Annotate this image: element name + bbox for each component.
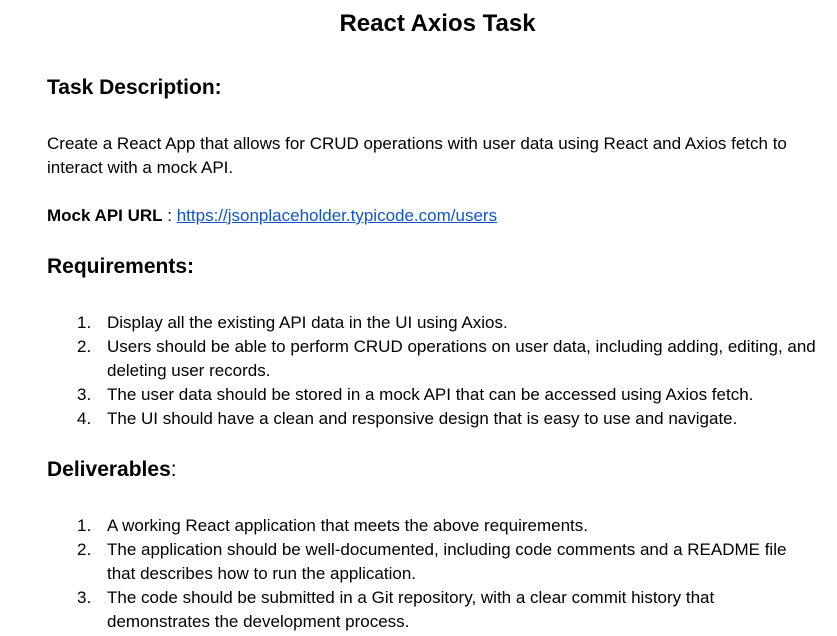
deliverables-heading: Deliverables: [47, 456, 177, 484]
requirements-list-item: 3. The user data should be stored in a mo… [0, 383, 837, 407]
task-description-text: Create a React App that allows for CRUD … [47, 134, 787, 177]
list-item-number: 2. [77, 337, 92, 356]
requirements-list-item: 2. Users should be able to perform CRUD o… [0, 335, 837, 383]
requirements-list: 1. Display all the existing API data in t… [0, 311, 837, 431]
list-item-number: 3. [77, 385, 92, 404]
deliverables-heading-colon: : [170, 458, 177, 481]
task-description-heading: Task Description: [47, 76, 222, 99]
deliverables-list-item: 1. A working React application that meets… [0, 514, 837, 538]
list-item-number: 2. [77, 540, 92, 559]
list-item-number: 4. [77, 409, 92, 428]
mock-api-separator: : [162, 206, 177, 225]
mock-api-line: Mock API URL : https://jsonplaceholder.t… [47, 204, 497, 228]
list-item-number: 1. [77, 313, 92, 332]
list-item-text: Display all the existing API data in the… [107, 313, 508, 332]
document-page: React Axios Task Task Description: Creat… [0, 0, 837, 636]
requirements-list-item: 4. The UI should have a clean and respons… [0, 407, 837, 431]
list-item-text: The application should be well-documente… [107, 540, 787, 583]
document-title: React Axios Task [339, 10, 536, 37]
requirements-list-item: 1. Display all the existing API data in t… [0, 311, 837, 335]
mock-api-link[interactable]: https://jsonplaceholder.typicode.com/use… [177, 206, 497, 225]
deliverables-list-item: 3. The code should be submitted in a Git … [0, 586, 837, 634]
deliverables-heading-text: Deliverables [47, 458, 171, 481]
list-item-text: The UI should have a clean and responsiv… [107, 409, 738, 428]
list-item-number: 3. [77, 588, 92, 607]
mock-api-label: Mock API URL [47, 206, 163, 225]
deliverables-list: 1. A working React application that meets… [0, 514, 837, 634]
deliverables-list-item: 2. The application should be well-documen… [0, 538, 837, 586]
list-item-text: Users should be able to perform CRUD ope… [107, 337, 816, 380]
list-item-number: 1. [77, 516, 92, 535]
list-item-text: The user data should be stored in a mock… [107, 385, 754, 404]
list-item-text: A working React application that meets t… [107, 516, 588, 535]
list-item-text: The code should be submitted in a Git re… [107, 588, 715, 631]
requirements-heading: Requirements: [47, 255, 195, 278]
